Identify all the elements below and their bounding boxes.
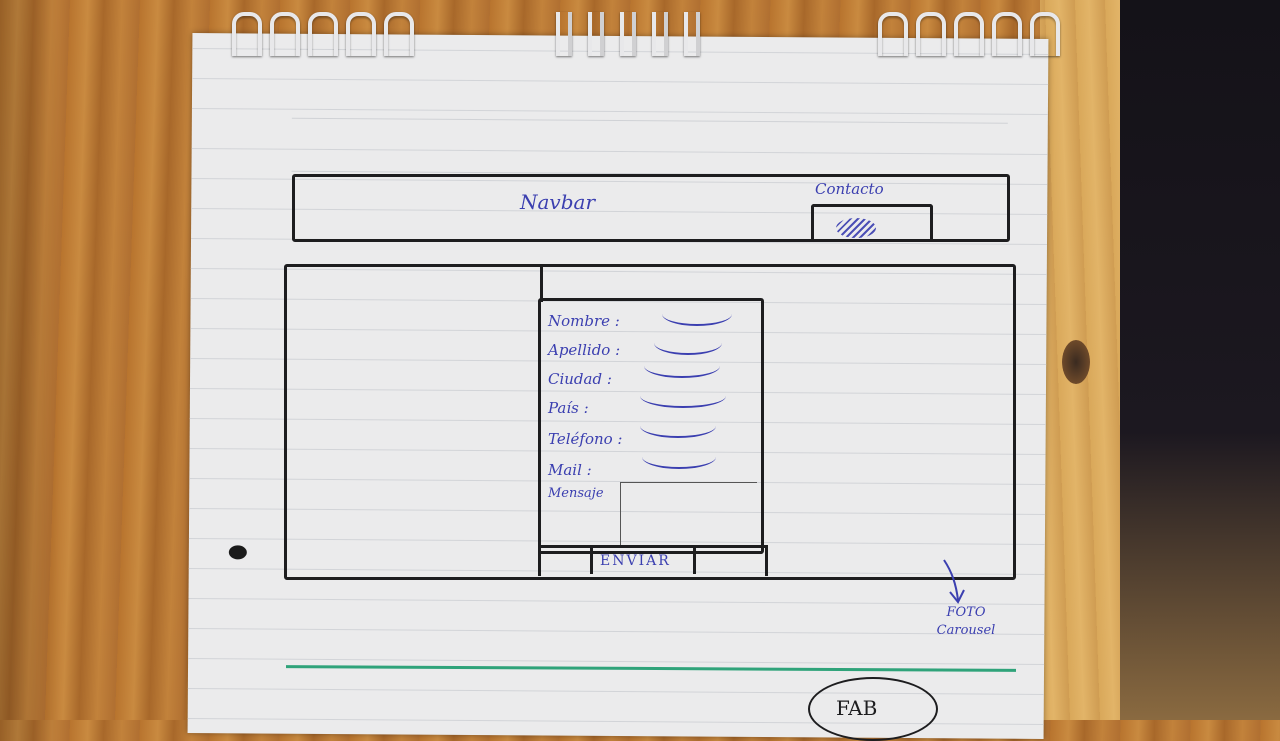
spiral-ring: [588, 12, 604, 56]
spiral-ring: [992, 12, 1022, 56]
arrow-down-icon: [943, 559, 965, 604]
spiral-ring: [270, 12, 300, 56]
submit-label: ENVIAR: [600, 553, 671, 569]
spiral-ring: [308, 12, 338, 56]
form-label-nombre: Nombre :: [548, 312, 620, 330]
spiral-binding-left: [232, 12, 414, 60]
spiral-ring: [346, 12, 376, 56]
spiral-ring: [556, 12, 572, 56]
form-label-mail: Mail :: [548, 461, 592, 479]
punch-hole: [228, 545, 247, 560]
spiral-ring: [620, 12, 636, 56]
form-label-telefono: Teléfono :: [548, 430, 623, 448]
form-label-apellido: Apellido :: [548, 341, 621, 359]
spiral-binding-right: [878, 12, 1060, 60]
spiral-binding-center: [556, 12, 700, 60]
spiral-ring: [232, 12, 262, 56]
spiral-ring: [878, 12, 908, 56]
form-label-ciudad: Ciudad :: [548, 370, 612, 388]
wood-knot: [1062, 340, 1090, 384]
spiral-ring: [684, 12, 700, 56]
message-textarea-sketch: [620, 482, 757, 545]
carousel-note: FOTO Carousel: [936, 605, 996, 638]
scribble-icon: [836, 218, 876, 238]
spiral-ring: [954, 12, 984, 56]
footer-label: FAB: [836, 696, 878, 720]
content-divider: [540, 266, 543, 302]
spiral-ring: [916, 12, 946, 56]
navbar-label: Navbar: [520, 190, 596, 214]
spiral-ring: [652, 12, 668, 56]
spiral-ring: [384, 12, 414, 56]
contact-label: Contacto: [815, 180, 884, 198]
dark-background-corner: [1120, 0, 1280, 720]
form-label-pais: País :: [548, 399, 589, 417]
form-label-mensaje: Mensaje: [548, 486, 604, 501]
page-header-band: [291, 117, 1008, 177]
spiral-ring: [1030, 12, 1060, 56]
